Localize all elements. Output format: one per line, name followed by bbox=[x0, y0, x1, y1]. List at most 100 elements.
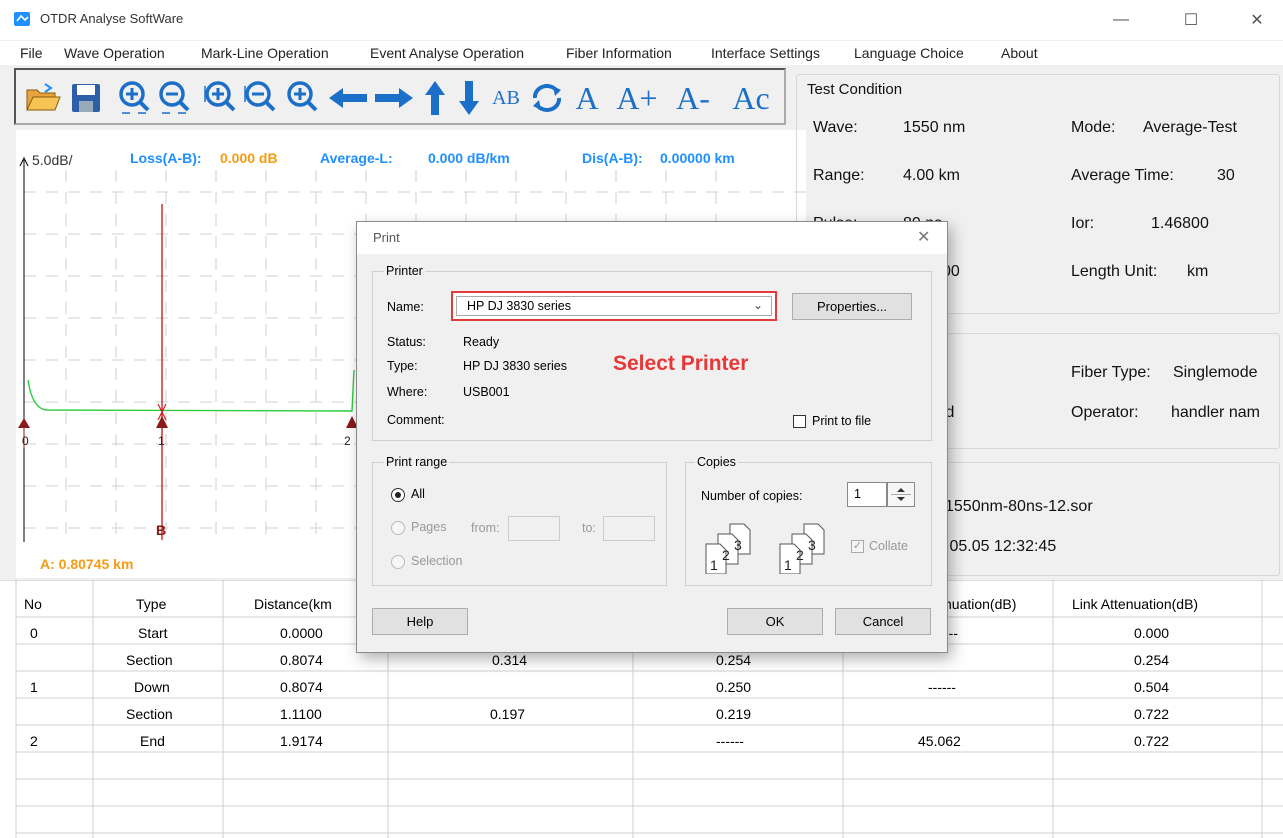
table-cell: 0 bbox=[30, 625, 38, 641]
column-header-type[interactable]: Type bbox=[136, 596, 166, 612]
printer-group-label: Printer bbox=[384, 264, 425, 278]
zoom-reset-icon[interactable] bbox=[284, 78, 320, 118]
arrow-right-icon[interactable] bbox=[372, 78, 416, 118]
range-label: Range: bbox=[813, 167, 865, 184]
menu-about[interactable]: About bbox=[1001, 45, 1038, 61]
table-cell: 0.254 bbox=[716, 652, 752, 668]
wave-value: 1550 nm bbox=[903, 119, 966, 136]
table-cell: 0.197 bbox=[490, 706, 526, 722]
table-cell: 0.8074 bbox=[280, 652, 323, 668]
event-marker-2[interactable]: 2 bbox=[344, 434, 351, 448]
menu-interface-settings[interactable]: Interface Settings bbox=[711, 45, 820, 61]
table-cell: Down bbox=[134, 679, 170, 695]
where-label: Where: bbox=[387, 385, 428, 399]
arrow-left-icon[interactable] bbox=[326, 78, 370, 118]
marker-a-center-icon[interactable]: Ac bbox=[724, 78, 778, 118]
arrow-up-icon[interactable] bbox=[420, 78, 450, 118]
range-value: 4.00 km bbox=[903, 167, 960, 184]
fiber-type-label: Fiber Type: bbox=[1071, 364, 1151, 381]
print-to-file-label: Print to file bbox=[812, 414, 872, 428]
marker-a-minus-icon[interactable]: A- bbox=[666, 78, 720, 118]
wave-label: Wave: bbox=[813, 119, 858, 136]
to-page-input[interactable] bbox=[603, 516, 655, 541]
event-marker-1[interactable]: 1 bbox=[158, 434, 165, 448]
zoom-out-horizontal-icon[interactable] bbox=[156, 78, 192, 118]
range-all-radio[interactable] bbox=[391, 488, 405, 502]
table-cell: 0.722 bbox=[1134, 706, 1170, 722]
from-page-input[interactable] bbox=[508, 516, 560, 541]
print-to-file-checkbox[interactable] bbox=[793, 415, 806, 428]
printer-name-label: Name: bbox=[387, 300, 424, 314]
select-printer-annotation: Select Printer bbox=[613, 352, 749, 375]
chevron-down-icon: ⌄ bbox=[753, 298, 764, 312]
column-header-no[interactable]: No bbox=[24, 596, 42, 612]
event-marker-0[interactable]: 0 bbox=[22, 434, 29, 448]
printer-name-select[interactable]: HP DJ 3830 series ⌄ bbox=[451, 291, 777, 321]
cursor-b-label[interactable]: B bbox=[156, 522, 166, 538]
window-title: OTDR Analyse SoftWare bbox=[40, 11, 184, 26]
copies-spinner[interactable] bbox=[887, 482, 915, 507]
open-folder-icon[interactable] bbox=[24, 78, 62, 118]
zoom-out-vertical-icon[interactable] bbox=[242, 78, 278, 118]
swap-ab-icon[interactable]: AB bbox=[488, 78, 524, 118]
zoom-in-horizontal-icon[interactable] bbox=[116, 78, 152, 118]
column-header-distance[interactable]: Distance(km bbox=[254, 596, 332, 612]
status-label: Status: bbox=[387, 335, 426, 349]
copies-input[interactable]: 1 bbox=[847, 482, 887, 507]
column-header-attenuation[interactable]: nuation(dB) bbox=[944, 596, 1016, 612]
length-unit-value: km bbox=[1187, 263, 1209, 280]
ok-button[interactable]: OK bbox=[727, 608, 823, 635]
print-range-label: Print range bbox=[384, 455, 450, 469]
from-label: from: bbox=[471, 521, 500, 535]
collate-preview-icon: 123 123 bbox=[705, 523, 825, 574]
ior-value: 1.46800 bbox=[1151, 215, 1209, 232]
cancel-button[interactable]: Cancel bbox=[835, 608, 931, 635]
marker-a-plus-icon[interactable]: A+ bbox=[610, 78, 664, 118]
table-cell: 0.8074 bbox=[280, 679, 323, 695]
file-name: 1550nm-80ns-12.sor bbox=[945, 498, 1093, 515]
menu-event-analyse-operation[interactable]: Event Analyse Operation bbox=[370, 45, 524, 61]
menu-fiber-information[interactable]: Fiber Information bbox=[566, 45, 672, 61]
test-datetime: .05.05 12:32:45 bbox=[945, 538, 1057, 555]
table-cell: ------ bbox=[928, 679, 956, 695]
collate-checkbox[interactable]: ✓ bbox=[851, 540, 864, 553]
where-value: USB001 bbox=[463, 385, 510, 399]
marker-a-icon[interactable]: A bbox=[570, 78, 604, 118]
table-cell: ------ bbox=[716, 733, 744, 749]
column-header-link-attenuation[interactable]: Link Attenuation(dB) bbox=[1072, 596, 1198, 612]
table-cell: End bbox=[140, 733, 165, 749]
copies-value: 1 bbox=[854, 487, 861, 501]
range-pages-radio[interactable] bbox=[391, 521, 405, 535]
distance-label: Dis(A-B): bbox=[582, 150, 643, 166]
svg-text:1: 1 bbox=[784, 557, 792, 573]
menu-wave-operation[interactable]: Wave Operation bbox=[64, 45, 165, 61]
refresh-icon[interactable] bbox=[528, 78, 566, 118]
average-label: Average-L: bbox=[320, 150, 393, 166]
menu-language-choice[interactable]: Language Choice bbox=[854, 45, 964, 61]
operator-label: Operator: bbox=[1071, 404, 1139, 421]
close-button[interactable]: ✕ bbox=[1234, 4, 1280, 36]
average-time-label: Average Time: bbox=[1071, 167, 1174, 184]
title-bar: OTDR Analyse SoftWare — ☐ ✕ bbox=[0, 0, 1283, 40]
minimize-button[interactable]: — bbox=[1098, 4, 1144, 36]
table-cell: 1.1100 bbox=[280, 706, 322, 722]
zoom-in-vertical-icon[interactable] bbox=[202, 78, 238, 118]
operator-value: handler nam bbox=[1171, 404, 1260, 421]
save-disk-icon[interactable] bbox=[68, 78, 104, 118]
table-cell: Start bbox=[138, 625, 168, 641]
dialog-close-button[interactable]: ✕ bbox=[917, 227, 930, 247]
maximize-button[interactable]: ☐ bbox=[1168, 4, 1214, 36]
svg-text:2: 2 bbox=[796, 547, 804, 563]
test-condition-title: Test Condition bbox=[807, 81, 903, 98]
table-cell: 2 bbox=[30, 733, 38, 749]
menu-mark-line-operation[interactable]: Mark-Line Operation bbox=[201, 45, 329, 61]
table-cell: 0.314 bbox=[492, 652, 528, 668]
arrow-down-icon[interactable] bbox=[454, 78, 484, 118]
table-cell: Section bbox=[126, 706, 173, 722]
menu-file[interactable]: File bbox=[20, 45, 43, 61]
table-cell: 1.9174 bbox=[280, 733, 323, 749]
range-selection-radio[interactable] bbox=[391, 555, 405, 569]
help-button[interactable]: Help bbox=[372, 608, 468, 635]
properties-button[interactable]: Properties... bbox=[792, 293, 912, 320]
printer-name-value: HP DJ 3830 series bbox=[467, 299, 571, 313]
